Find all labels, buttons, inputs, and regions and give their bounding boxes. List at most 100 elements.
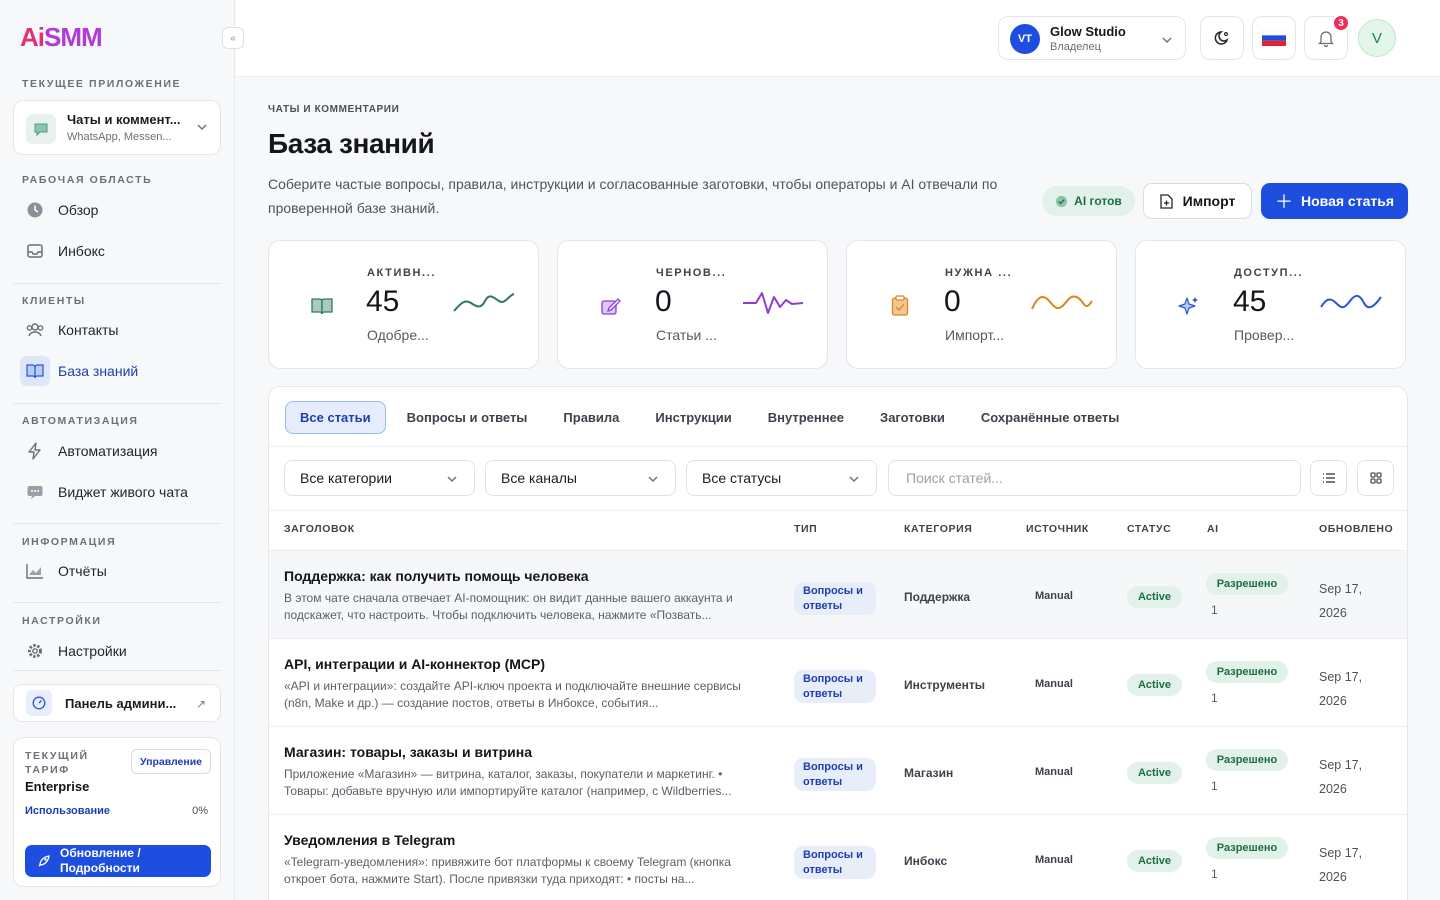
sparkline <box>1031 295 1093 310</box>
plus-icon: ＋ <box>1275 192 1293 212</box>
table-row[interactable]: Уведомления в Telegram «Telegram-уведомл… <box>269 815 1407 900</box>
status-badge: Active <box>1127 850 1182 872</box>
sidebar-item-chat-widget[interactable]: Виджет живого чата <box>20 477 222 507</box>
sidebar-item-label: База знаний <box>58 363 139 379</box>
new-article-label: Новая статья <box>1301 193 1394 209</box>
section-workspace: РАБОЧАЯ ОБЛАСТЬ <box>22 174 153 186</box>
tab-rules[interactable]: Правила <box>548 401 634 434</box>
plan-title: ТЕКУЩИЙ ТАРИФ <box>25 750 89 776</box>
tab-internal[interactable]: Внутреннее <box>753 401 859 434</box>
rocket-icon <box>38 855 50 867</box>
collapse-sidebar-button[interactable]: « <box>222 27 244 49</box>
org-avatar: VT <box>1010 24 1040 54</box>
upgrade-button[interactable]: Обновление / Подробности <box>25 845 211 877</box>
channel-select[interactable]: Все каналы <box>485 460 676 496</box>
stat-sub: Провер... <box>1234 327 1295 343</box>
column-header-source[interactable]: ИСТОЧНИК <box>1026 523 1089 535</box>
row-title[interactable]: Уведомления в Telegram <box>284 832 455 848</box>
stat-sub: Одобре... <box>367 327 429 343</box>
row-category: Инструменты <box>904 678 986 692</box>
sidebar-item-label: Отчёты <box>58 563 107 579</box>
sparkline <box>1320 295 1382 309</box>
row-updated: Sep 17, 2026 <box>1319 670 1363 708</box>
app-switcher[interactable]: Чаты и коммент... WhatsApp, Messen... <box>13 100 221 155</box>
tab-all-articles[interactable]: Все статьи <box>285 401 386 434</box>
status-select-value: Все статусы <box>702 470 782 486</box>
user-avatar[interactable]: V <box>1358 19 1396 57</box>
usage-link[interactable]: Использование <box>25 805 110 817</box>
list-view-button[interactable] <box>1310 460 1347 496</box>
sidebar-item-knowledge-base[interactable]: База знаний <box>20 356 222 386</box>
ai-ready-badge: AI готов <box>1042 186 1135 216</box>
book-icon <box>20 356 50 386</box>
column-header-updated[interactable]: ОБНОВЛЕНО <box>1319 523 1393 535</box>
top-header: VT Glow Studio Владелец 3 V <box>236 0 1440 77</box>
sidebar-item-label: Автоматизация <box>58 443 158 459</box>
row-title[interactable]: Магазин: товары, заказы и витрина <box>284 744 532 760</box>
sidebar-item-overview[interactable]: Обзор <box>20 195 222 225</box>
tab-instructions[interactable]: Инструкции <box>640 401 746 434</box>
admin-panel-link[interactable]: Панель админи... ↗ <box>13 684 221 722</box>
divider <box>13 283 222 284</box>
page-description: Соберите частые вопросы, правила, инстру… <box>268 176 998 216</box>
grid-view-button[interactable] <box>1357 460 1394 496</box>
sidebar-item-settings[interactable]: Настройки <box>20 636 222 666</box>
manage-plan-button[interactable]: Управление <box>131 749 211 774</box>
search-input[interactable] <box>888 460 1301 496</box>
row-source: Manual <box>1035 854 1073 866</box>
article-tabs: Все статьи Вопросы и ответы Правила Инст… <box>285 401 1140 435</box>
type-badge: Вопросы и ответы <box>794 582 876 615</box>
chevron-down-icon <box>849 476 859 482</box>
ai-badge: Разрешено <box>1206 837 1288 859</box>
plan-name: Enterprise <box>25 779 90 794</box>
category-select[interactable]: Все категории <box>284 460 475 496</box>
sidebar-item-reports[interactable]: Отчёты <box>20 556 222 586</box>
theme-toggle-button[interactable] <box>1200 16 1244 60</box>
org-switcher[interactable]: VT Glow Studio Владелец <box>998 16 1186 60</box>
column-header-category[interactable]: КАТЕГОРИЯ <box>904 523 972 535</box>
status-badge: Active <box>1127 586 1182 608</box>
tab-qa[interactable]: Вопросы и ответы <box>392 401 543 434</box>
book-icon <box>294 278 350 334</box>
tab-saved-replies[interactable]: Сохранённые ответы <box>966 401 1134 434</box>
section-settings: НАСТРОЙКИ <box>22 615 102 627</box>
row-updated: Sep 17, 2026 <box>1319 582 1363 620</box>
stat-sub: Импорт... <box>945 327 1005 343</box>
sidebar-item-inbox[interactable]: Инбокс <box>20 236 222 266</box>
breadcrumb[interactable]: ЧАТЫ И КОММЕНТАРИИ <box>268 104 399 115</box>
table-row[interactable]: Поддержка: как получить помощь человека … <box>269 551 1407 639</box>
row-source: Manual <box>1035 766 1073 778</box>
column-header-ai[interactable]: AI <box>1207 523 1219 535</box>
language-button[interactable] <box>1252 16 1296 60</box>
chart-icon <box>20 556 50 586</box>
stat-value: 45 <box>366 285 400 318</box>
stat-sub: Статьи ... <box>656 327 717 343</box>
sidebar-item-contacts[interactable]: Контакты <box>20 315 222 345</box>
column-header-type[interactable]: ТИП <box>794 523 817 535</box>
table-row[interactable]: API, интеграции и AI-коннектор (MCP) «AP… <box>269 639 1407 727</box>
column-header-title[interactable]: ЗАГОЛОВОК <box>284 523 355 535</box>
new-article-button[interactable]: ＋ Новая статья <box>1261 183 1408 219</box>
ai-badge: Разрешено <box>1206 749 1288 771</box>
row-description: «API и интеграции»: создайте API-ключ пр… <box>284 679 741 710</box>
import-button[interactable]: Импорт <box>1143 183 1252 219</box>
gear-icon <box>20 636 50 666</box>
admin-panel-label: Панель админи... <box>65 695 177 711</box>
stat-card-available: ДОСТУП... 45 Провер... <box>1135 240 1406 369</box>
section-clients: КЛИЕНТЫ <box>22 295 86 307</box>
app-logo[interactable]: Ai SMM <box>20 22 103 52</box>
type-badge: Вопросы и ответы <box>794 670 876 703</box>
table-row[interactable]: Магазин: товары, заказы и витрина Прилож… <box>269 727 1407 815</box>
section-automation: АВТОМАТИЗАЦИЯ <box>22 415 139 427</box>
row-title[interactable]: Поддержка: как получить помощь человека <box>284 568 589 584</box>
row-title[interactable]: API, интеграции и AI-коннектор (MCP) <box>284 656 545 672</box>
column-header-status[interactable]: СТАТУС <box>1127 523 1171 535</box>
divider <box>13 602 222 603</box>
status-select[interactable]: Все статусы <box>686 460 877 496</box>
external-arrow-icon: ↗ <box>195 697 206 711</box>
articles-panel: Все статьи Вопросы и ответы Правила Инст… <box>268 386 1408 900</box>
channel-select-value: Все каналы <box>501 470 577 486</box>
sidebar-item-automation[interactable]: Автоматизация <box>20 436 222 466</box>
users-icon <box>20 315 50 345</box>
tab-templates[interactable]: Заготовки <box>865 401 960 434</box>
